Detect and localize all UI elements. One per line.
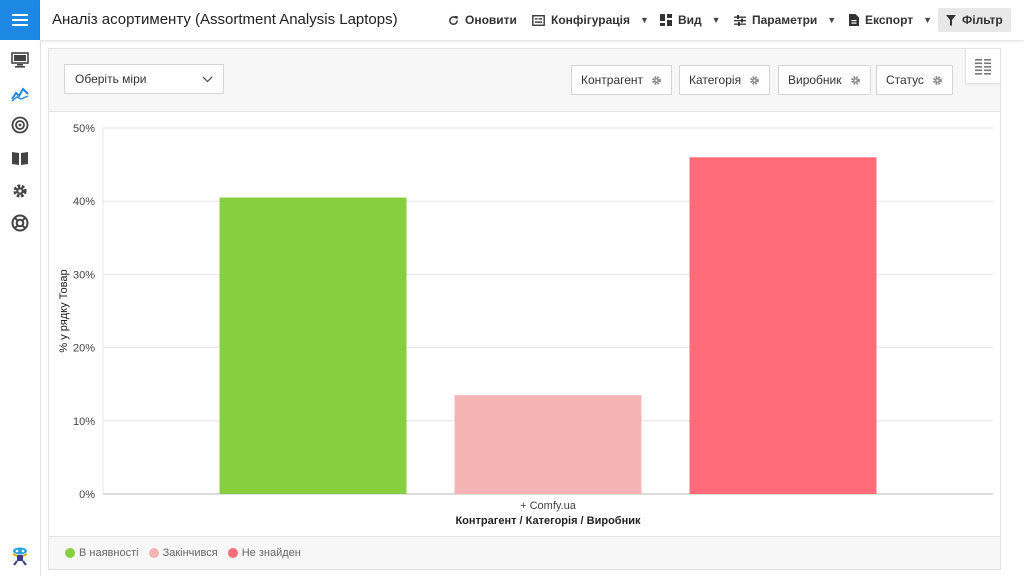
measures-select[interactable]: Оберіть міри — [64, 64, 224, 94]
export-button[interactable]: Експорт ▼ — [849, 8, 932, 32]
layout-icon — [660, 14, 672, 26]
sidebar-item-settings[interactable] — [8, 179, 32, 203]
chart-icon — [11, 87, 29, 102]
y-axis-title: % у рядку Товар — [58, 269, 70, 352]
gear-icon[interactable] — [850, 75, 861, 86]
y-tick-label: 50% — [73, 123, 95, 135]
gear-icon — [13, 184, 27, 198]
book-icon — [12, 152, 28, 165]
analysis-panel: Оберіть міри Контрагент Категорія Виробн… — [48, 48, 1001, 570]
file-icon — [849, 14, 859, 26]
legend-swatch — [148, 548, 159, 558]
bar-chart: 0% 10% 20% 30% 40% 50% + Comfy.ua Контрагент / … — [58, 123, 993, 527]
sidebar-item-dashboard[interactable] — [8, 48, 32, 72]
chevron-down-icon — [202, 76, 213, 82]
refresh-icon — [449, 15, 459, 25]
field-chip-label: Статус — [886, 73, 924, 87]
chevron-down-icon: ▼ — [639, 15, 649, 25]
filter-button[interactable]: Фільтр — [938, 8, 1011, 32]
chevron-down-icon: ▼ — [923, 15, 933, 25]
y-tick-label: 30% — [73, 269, 95, 281]
x-axis-title: Контрагент / Категорія / Виробник — [455, 515, 641, 527]
view-label: Вид — [678, 13, 702, 27]
page-title: Аналіз асортименту (Assortment Analysis … — [52, 11, 398, 28]
controls-bar: Оберіть міри Контрагент Категорія Виробн… — [49, 49, 1000, 112]
legend-label: Закінчився — [162, 547, 218, 559]
mascot-icon — [12, 547, 28, 566]
y-tick-label: 10% — [73, 416, 95, 428]
filter-icon — [946, 14, 956, 26]
refresh-label: Оновити — [465, 13, 517, 27]
field-chip-label: Контрагент — [581, 73, 644, 87]
field-chip-label: Виробник — [788, 73, 842, 87]
sidebar-item-help[interactable] — [8, 211, 32, 235]
mascot-logo — [8, 544, 32, 568]
sidebar-item-analytics[interactable] — [8, 82, 32, 106]
chart-legend: В наявності Закінчився Не знайден — [49, 536, 1000, 569]
chart-area: 0% 10% 20% 30% 40% 50% + Comfy.ua Контрагент / … — [49, 111, 1000, 536]
field-chip-manufacturer[interactable]: Виробник — [778, 65, 871, 95]
config-icon — [532, 14, 545, 26]
config-button[interactable]: Конфігурація ▼ — [532, 8, 649, 32]
gear-icon[interactable] — [651, 75, 662, 86]
table-icon — [975, 59, 991, 75]
gear-icon[interactable] — [932, 75, 943, 86]
view-button[interactable]: Вид ▼ — [660, 8, 721, 32]
grid-view-toggle[interactable] — [965, 48, 1001, 84]
monitor-icon — [11, 52, 29, 68]
params-button[interactable]: Параметри ▼ — [734, 8, 836, 32]
legend-item-ended[interactable]: Закінчився — [148, 547, 218, 559]
legend-item-in-stock[interactable]: В наявності — [65, 547, 139, 559]
field-chip-category[interactable]: Категорія — [679, 65, 771, 95]
measures-select-label: Оберіть міри — [75, 72, 147, 86]
y-tick-label: 40% — [73, 196, 95, 208]
gear-icon[interactable] — [749, 75, 760, 86]
config-label: Конфігурація — [551, 13, 630, 27]
sidebar — [0, 0, 41, 576]
top-bar: Аналіз асортименту (Assortment Analysis … — [40, 0, 1024, 41]
legend-swatch — [65, 548, 75, 558]
legend-label: Не знайден — [241, 547, 301, 559]
legend-swatch — [227, 548, 238, 558]
y-tick-label: 0% — [79, 489, 95, 501]
params-label: Параметри — [752, 13, 818, 27]
field-chip-status[interactable]: Статус — [876, 65, 953, 95]
chevron-down-icon: ▼ — [827, 15, 837, 25]
chart-bar[interactable] — [689, 157, 877, 494]
chevron-down-icon: ▼ — [711, 15, 721, 25]
sidebar-item-docs[interactable] — [8, 146, 32, 170]
field-chip-contractor[interactable]: Контрагент — [571, 65, 673, 95]
sidebar-item-targets[interactable] — [8, 113, 32, 137]
y-tick-label: 20% — [73, 343, 95, 355]
export-label: Експорт — [865, 13, 914, 27]
lifebuoy-icon — [11, 214, 29, 232]
hamburger-icon — [12, 14, 28, 26]
refresh-button[interactable]: Оновити — [448, 8, 517, 32]
chart-bar[interactable] — [454, 395, 642, 494]
legend-label: В наявності — [79, 547, 139, 559]
menu-button[interactable] — [0, 0, 40, 40]
legend-item-not-found[interactable]: Не знайден — [227, 547, 301, 559]
target-icon — [11, 116, 29, 134]
field-chip-label: Категорія — [689, 73, 742, 87]
sliders-icon — [734, 14, 746, 26]
filter-label: Фільтр — [962, 13, 1003, 27]
chart-bar[interactable] — [219, 197, 407, 494]
x-tick-label: + Comfy.ua — [520, 500, 577, 512]
